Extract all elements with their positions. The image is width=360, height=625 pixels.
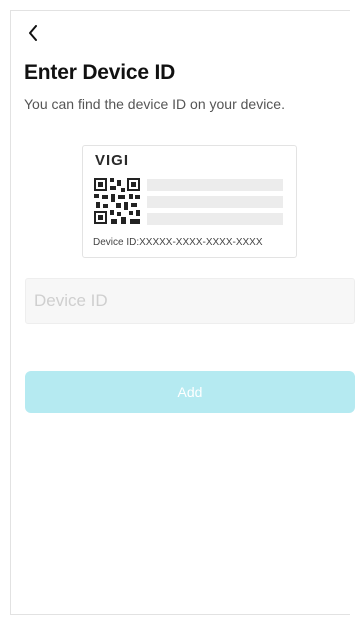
chevron-left-icon	[29, 25, 37, 41]
divider-top	[10, 10, 350, 11]
page-subtitle: You can find the device ID on your devic…	[24, 96, 285, 112]
page-title: Enter Device ID	[24, 61, 176, 84]
label-line-2	[147, 196, 283, 208]
back-button[interactable]	[24, 24, 42, 42]
qr-code-icon	[93, 177, 141, 225]
device-label-illustration: VIGI Device ID:XXXXX-XXXX-XXXX-XXXX	[82, 145, 297, 258]
device-id-example: Device ID:XXXXX-XXXX-XXXX-XXXX	[93, 237, 263, 248]
divider-bottom	[10, 614, 350, 615]
device-id-input[interactable]	[25, 278, 355, 324]
label-line-3	[147, 213, 283, 225]
app-screen: Enter Device ID You can find the device …	[0, 0, 360, 625]
brand-logo: VIGI	[95, 152, 130, 169]
divider-left	[10, 10, 11, 615]
add-button[interactable]: Add	[25, 371, 355, 413]
label-line-1	[147, 179, 283, 191]
